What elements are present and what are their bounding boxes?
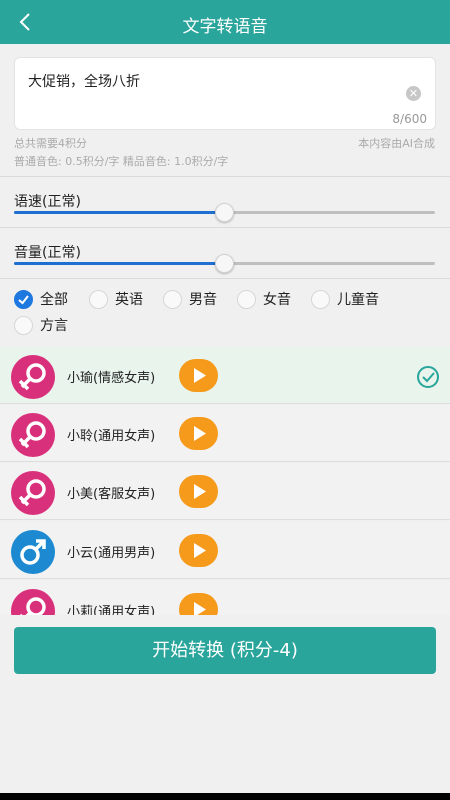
voice-item[interactable]: 小美(客服女声) [0,463,450,520]
clear-icon[interactable]: ✕ [406,86,421,101]
voice-name: 小瑜(情感女声) [67,371,156,386]
filter-label: 女音 [263,292,291,308]
radio-icon[interactable] [89,289,108,309]
female-avatar-icon [11,471,55,515]
voice-item[interactable]: 小云(通用男声) [0,522,450,579]
divider [0,278,450,279]
filter-label: 男音 [189,292,217,308]
voice-name: 小莉(通用女声) [67,605,156,615]
voice-list[interactable]: 小瑜(情感女声) 小聆(通用女声) 小美(客服女声) 小云(通用男声) 小莉(通… [0,347,450,615]
filter-child[interactable]: 儿童音 [311,289,379,309]
voice-item[interactable]: 小莉(通用女声) [0,581,450,615]
filter-female[interactable]: 女音 [237,289,291,309]
filter-label: 全部 [40,292,68,308]
filter-dialect[interactable]: 方言 [14,315,68,335]
voice-name: 小聆(通用女声) [67,429,156,444]
play-button[interactable] [179,593,218,615]
voice-name: 小美(客服女声) [67,487,156,502]
text-input-value[interactable]: 大促销，全场八折 [28,71,140,91]
ai-note-text: 本内容由AI合成 [358,137,435,150]
volume-slider[interactable] [14,254,435,273]
play-button[interactable] [179,417,218,450]
female-avatar-icon [11,355,55,399]
start-convert-button[interactable]: 开始转换 (积分-4) [14,627,436,674]
speed-label: 语速(正常) [14,194,81,210]
female-avatar-icon [11,413,55,457]
female-avatar-icon [11,589,55,615]
filter-label: 方言 [40,318,68,334]
radio-icon[interactable] [14,315,33,335]
points-needed-text: 总共需要4积分 [14,137,87,150]
char-count: 8/600 [392,112,427,126]
play-button[interactable] [179,534,218,567]
voice-name: 小云(通用男声) [67,546,156,561]
filter-male[interactable]: 男音 [163,289,217,309]
speed-slider[interactable] [14,203,435,222]
page-title: 文字转语音 [182,17,268,37]
top-bar: 文字转语音 [0,0,450,44]
filter-all[interactable]: 全部 [14,289,68,309]
radio-icon[interactable] [311,289,330,309]
text-input[interactable]: 大促销，全场八折 ✕ 8/600 [14,57,436,130]
volume-slider-fill [14,262,225,265]
speed-slider-fill [14,211,225,214]
checked-radio-icon[interactable] [14,289,33,309]
pricing-text: 普通音色: 0.5积分/字 精品音色: 1.0积分/字 [14,155,229,168]
volume-slider-thumb[interactable] [214,254,234,273]
male-avatar-icon [11,530,55,574]
play-button[interactable] [179,475,218,508]
filter-english[interactable]: 英语 [89,289,143,309]
radio-icon[interactable] [237,289,256,309]
speed-slider-thumb[interactable] [214,203,234,222]
filter-label: 儿童音 [337,292,379,308]
voice-item[interactable]: 小瑜(情感女声) [0,347,450,404]
divider [0,176,450,177]
play-button[interactable] [179,359,218,392]
selected-check-icon [417,366,439,388]
radio-icon[interactable] [163,289,182,309]
divider [0,227,450,228]
system-nav-bar [0,793,450,800]
filter-label: 英语 [115,292,143,308]
voice-item[interactable]: 小聆(通用女声) [0,405,450,462]
volume-label: 音量(正常) [14,245,81,261]
